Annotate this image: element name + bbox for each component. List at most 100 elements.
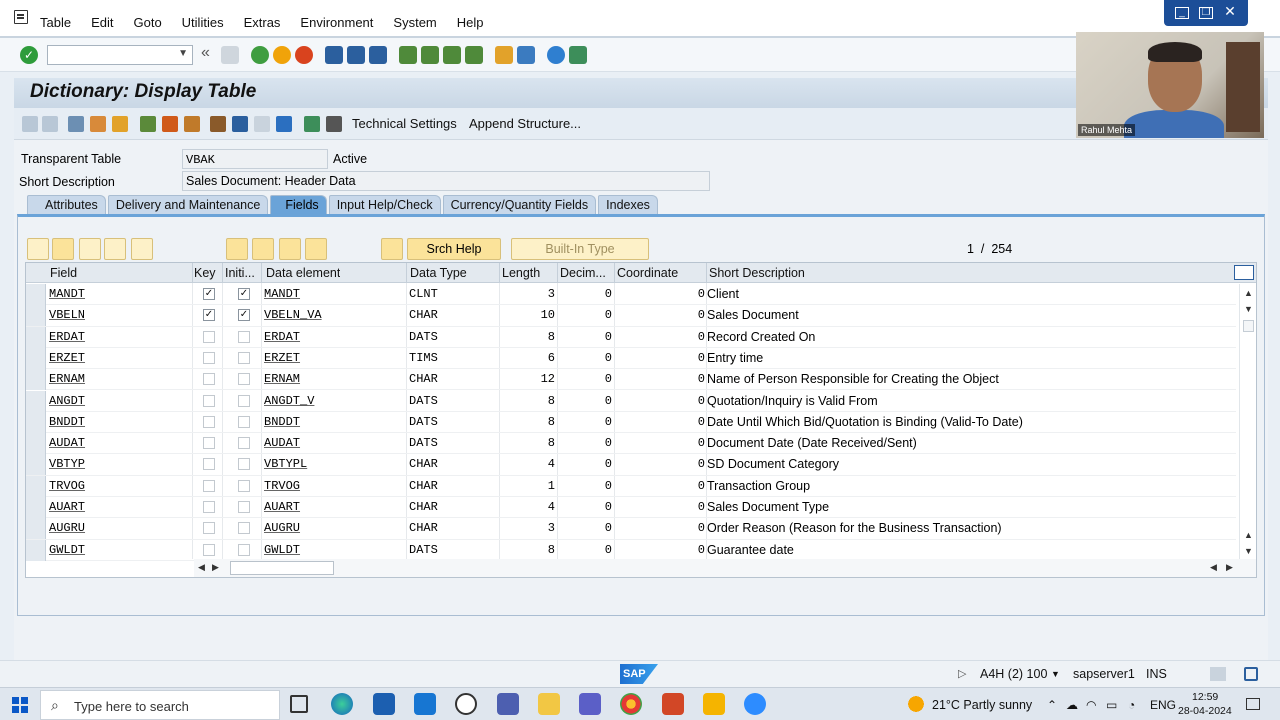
object-list-icon[interactable] [232, 116, 248, 132]
field-name-cell[interactable]: AUDAT [49, 436, 85, 450]
data-element-cell[interactable]: ERZET [264, 351, 300, 365]
column-config-icon[interactable] [1234, 265, 1254, 280]
clock-date[interactable]: 28-04-2024 [1178, 705, 1232, 717]
field-name-cell[interactable]: VBELN [49, 308, 85, 322]
field-name-cell[interactable]: ERZET [49, 351, 85, 365]
tab-indexes[interactable]: Indexes [598, 195, 658, 215]
table-row[interactable]: AUDAT AUDAT DATS 8 0 0 Document Date (Date Rec… [26, 433, 1236, 455]
field-name-cell[interactable]: MANDT [49, 287, 85, 301]
filter-down-icon[interactable] [226, 238, 248, 260]
edge-icon[interactable] [331, 693, 353, 715]
taskbar-search-input[interactable]: ⌕ Type here to search [40, 690, 280, 720]
scroll-left-icon[interactable]: ◀ [198, 562, 205, 573]
data-element-cell[interactable]: BNDDT [264, 415, 300, 429]
scroll-right-icon[interactable]: ▶ [212, 562, 219, 573]
scroll-down-icon[interactable]: ▼ [1244, 304, 1253, 314]
scroll-left-icon[interactable]: ◀ [1210, 562, 1217, 573]
append-structure-button[interactable]: Append Structure... [469, 116, 581, 131]
row-selector[interactable] [26, 347, 46, 369]
scroll-thumb[interactable] [1243, 320, 1254, 332]
back-icon[interactable] [251, 46, 269, 64]
check-icon[interactable] [112, 116, 128, 132]
activate-icon[interactable] [140, 116, 156, 132]
help-icon[interactable] [547, 46, 565, 64]
data-element-cell[interactable]: ANGDT_V [264, 394, 314, 408]
navigation-window-icon[interactable] [254, 116, 270, 132]
row-selector[interactable] [26, 433, 46, 455]
paste-icon[interactable] [79, 238, 101, 260]
col-length[interactable]: Length [502, 266, 540, 280]
file-explorer-icon[interactable] [538, 693, 560, 715]
chevron-down-icon[interactable]: ▼ [178, 48, 188, 59]
field-name-cell[interactable]: ANGDT [49, 394, 85, 408]
display-change-icon[interactable] [68, 116, 84, 132]
create-session-icon[interactable] [495, 46, 513, 64]
battery-icon[interactable]: ▭ [1106, 698, 1117, 712]
row-selector[interactable] [26, 454, 46, 476]
field-name-cell[interactable]: TRVOG [49, 479, 85, 493]
print-icon[interactable] [325, 46, 343, 64]
restore-icon[interactable]: ❐ [1199, 7, 1213, 19]
built-in-type-button[interactable]: Built-In Type [511, 238, 649, 260]
row-selector[interactable] [26, 369, 46, 391]
col-data-element[interactable]: Data element [266, 266, 340, 280]
close-icon[interactable]: ✕ [1223, 4, 1237, 19]
srch-help-button[interactable]: Srch Help [407, 238, 501, 260]
powerpoint-icon[interactable] [662, 693, 684, 715]
copy-icon[interactable] [52, 238, 74, 260]
tab-input-help-check[interactable]: Input Help/Check [328, 195, 441, 215]
table-icon[interactable] [326, 116, 342, 132]
info-icon[interactable] [276, 116, 292, 132]
other-object-icon[interactable] [90, 116, 106, 132]
windows-start-icon[interactable] [12, 697, 28, 713]
sap-logon-icon[interactable] [703, 693, 725, 715]
select-all-icon[interactable] [279, 238, 301, 260]
app-icon[interactable] [497, 693, 519, 715]
chevron-up-icon[interactable]: ⌃ [1047, 698, 1057, 712]
data-element-cell[interactable]: ERDAT [264, 330, 300, 344]
table-row[interactable]: VBTYP VBTYPL CHAR 4 0 0 SD Document Category [26, 454, 1236, 476]
row-selector[interactable] [26, 305, 46, 327]
cut-icon[interactable] [27, 238, 49, 260]
layout-menu-icon[interactable] [569, 46, 587, 64]
zoom-icon[interactable] [744, 693, 766, 715]
row-selector[interactable] [26, 497, 46, 518]
forward-arrow-icon[interactable] [42, 116, 58, 132]
app-menu-icon[interactable] [14, 10, 28, 24]
command-field[interactable]: ▼ [47, 45, 193, 65]
table-row[interactable]: ANGDT ANGDT_V DATS 8 0 0 Quotation/Inquiry is … [26, 390, 1236, 412]
menu-system[interactable]: System [393, 15, 436, 30]
delete-row-icon[interactable] [131, 238, 153, 260]
lock-icon[interactable] [1244, 667, 1258, 681]
data-element-cell[interactable]: MANDT [264, 287, 300, 301]
row-selector[interactable] [26, 326, 46, 348]
col-key[interactable]: Key [194, 266, 216, 280]
detail-icon[interactable] [252, 238, 274, 260]
tab-delivery-maintenance[interactable]: Delivery and Maintenance [107, 195, 269, 215]
dell-icon[interactable] [455, 693, 477, 715]
find-icon[interactable] [347, 46, 365, 64]
col-short-description[interactable]: Short Description [709, 266, 805, 280]
insert-row-icon[interactable] [104, 238, 126, 260]
data-element-cell[interactable]: AUDAT [264, 436, 300, 450]
table-row[interactable]: MANDT ✓ ✓ MANDT CLNT 3 0 0 Client [26, 284, 1236, 306]
create-shortcut-icon[interactable] [517, 46, 535, 64]
find-next-icon[interactable] [369, 46, 387, 64]
system-dropdown-icon[interactable]: ▼ [1051, 669, 1060, 679]
field-name-cell[interactable]: AUGRU [49, 521, 85, 535]
data-element-cell[interactable]: TRVOG [264, 479, 300, 493]
data-element-cell[interactable]: AUGRU [264, 521, 300, 535]
row-selector[interactable] [26, 518, 46, 540]
table-row[interactable]: ERDAT ERDAT DATS 8 0 0 Record Created On [26, 326, 1236, 348]
mail-icon[interactable] [414, 693, 436, 715]
hierarchy-icon[interactable] [210, 116, 226, 132]
store-icon[interactable] [373, 693, 395, 715]
field-name-cell[interactable]: ERNAM [49, 372, 85, 386]
scroll-right-icon[interactable]: ▶ [1226, 562, 1233, 573]
table-row[interactable]: GWLDT GWLDT DATS 8 0 0 Guarantee date [26, 539, 1236, 561]
field-name-cell[interactable]: ERDAT [49, 330, 85, 344]
filter-up-icon[interactable] [305, 238, 327, 260]
data-element-cell[interactable]: GWLDT [264, 543, 300, 557]
scroll-down-icon[interactable]: ▼ [1244, 546, 1253, 556]
table-row[interactable]: BNDDT BNDDT DATS 8 0 0 Date Until Which Bid/Qu… [26, 411, 1236, 434]
